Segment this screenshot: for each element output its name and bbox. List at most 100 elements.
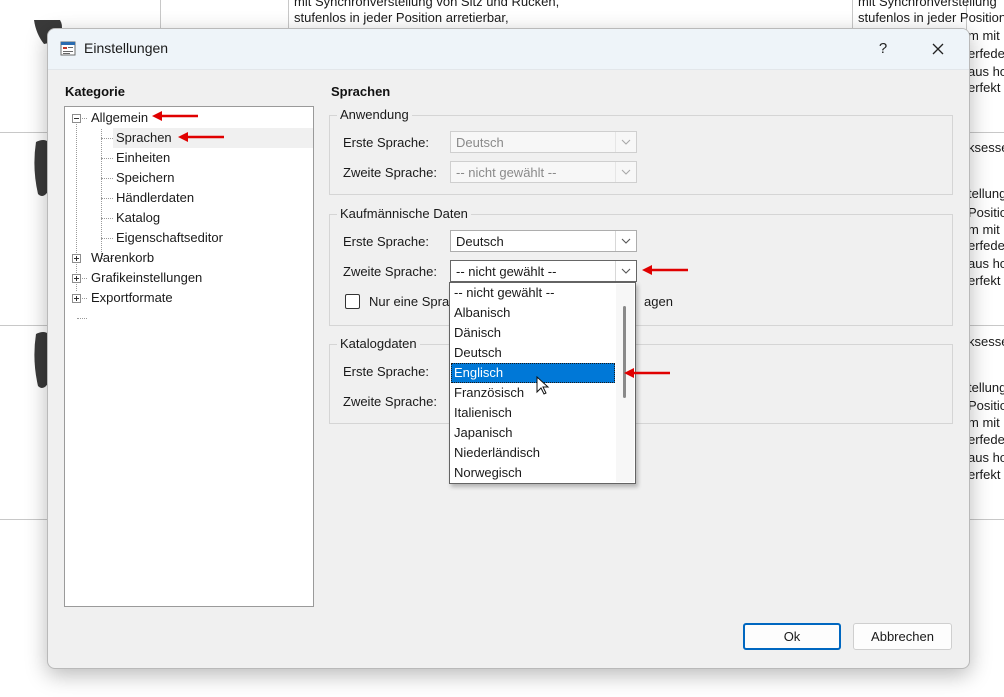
close-icon[interactable] (924, 35, 952, 63)
tree-item-speichern[interactable]: Speichern (113, 168, 293, 188)
tree-item-label: Speichern (116, 170, 175, 185)
field-label: Zweite Sprache: (343, 165, 437, 180)
dropdown-option[interactable]: -- nicht gewählt -- (451, 283, 615, 303)
anwendung-first-language-select[interactable]: Deutsch (450, 131, 637, 153)
field-label: Erste Sprache: (343, 234, 429, 249)
dropdown-option-highlighted[interactable]: Englisch (451, 363, 615, 383)
dropdown-option[interactable]: Norwegisch (451, 463, 615, 483)
expand-toggle-icon[interactable] (72, 294, 81, 303)
category-tree[interactable]: Allgemein Sprachen Einheiten Speichern H… (64, 106, 314, 607)
single-language-checkbox[interactable] (345, 294, 360, 309)
tree-item-label: Katalog (116, 210, 161, 225)
ok-button[interactable]: Ok (743, 623, 841, 650)
background-text: m mit (968, 28, 1000, 43)
tree-item-grafikeinstellungen[interactable]: Grafikeinstellungen (65, 268, 313, 288)
section-heading: Sprachen (331, 84, 391, 99)
combo-value: Deutsch (456, 234, 504, 249)
background-text: stufenlos in jeder Position arretierbar, (294, 10, 509, 25)
table-border (966, 519, 1004, 520)
dropdown-scrollbar[interactable] (616, 284, 634, 482)
field-label: Zweite Sprache: (343, 394, 437, 409)
background-text: stufenlos in jeder Position (858, 10, 1004, 25)
background-text: Positio (968, 398, 1004, 413)
dropdown-option[interactable]: Französisch (451, 383, 615, 403)
dropdown-option[interactable]: Dänisch (451, 323, 615, 343)
tree-item-einheiten[interactable]: Einheiten (113, 148, 293, 168)
chevron-down-icon[interactable] (615, 261, 636, 281)
dropdown-option[interactable]: Deutsch (451, 343, 615, 363)
group-title: Kaufmännische Daten (337, 206, 471, 221)
title-bar[interactable]: Einstellungen ? (48, 29, 969, 70)
background-text: erfekt (968, 80, 1001, 95)
background-text: aus ho (968, 256, 1004, 271)
tree-item-warenkorb[interactable]: Warenkorb (65, 248, 313, 268)
background-text: erfede (968, 238, 1004, 253)
chevron-down-icon[interactable] (615, 132, 636, 152)
checkbox-label: Nur eine Spra (369, 294, 450, 309)
background-text: erfede (968, 46, 1004, 61)
table-border (966, 132, 1004, 133)
background-text: tellung (968, 380, 1004, 395)
annotation-arrow-icon (642, 265, 688, 275)
tree-item-label: Grafikeinstellungen (91, 270, 203, 285)
collapse-toggle-icon[interactable] (72, 114, 81, 123)
tree-item-label: Sprachen (116, 130, 172, 145)
combo-value: -- nicht gewählt -- (456, 165, 557, 180)
tree-item-label: Einheiten (116, 150, 171, 165)
combo-value: Deutsch (456, 135, 504, 150)
tree-item-label: Warenkorb (91, 250, 155, 265)
annotation-arrow-icon (178, 132, 224, 142)
background-text: Positio (968, 205, 1004, 220)
combo-value: -- nicht gewählt -- (456, 264, 557, 279)
background-text: erfede (968, 432, 1004, 447)
chevron-down-icon[interactable] (615, 162, 636, 182)
dialog-title: Einstellungen (84, 40, 169, 56)
table-border (160, 0, 161, 28)
category-heading: Kategorie (65, 84, 125, 99)
expand-toggle-icon[interactable] (72, 274, 81, 283)
anwendung-second-language-select[interactable]: -- nicht gewählt -- (450, 161, 637, 183)
group-anwendung (329, 115, 953, 195)
table-border (0, 519, 48, 520)
annotation-arrow-icon (152, 111, 198, 121)
tree-item-katalog[interactable]: Katalog (113, 208, 293, 228)
dropdown-option[interactable]: Japanisch (451, 423, 615, 443)
checkbox-label-end: agen (644, 294, 673, 309)
background-text: m mit (968, 222, 1000, 237)
dropdown-option[interactable]: Niederländisch (451, 443, 615, 463)
tree-item-exportformate[interactable]: Exportformate (65, 288, 313, 308)
cancel-button[interactable]: Abbrechen (853, 623, 952, 650)
background-text: aus ho (968, 64, 1004, 79)
group-title: Katalogdaten (337, 336, 420, 351)
help-button[interactable]: ? (871, 37, 895, 61)
kaufmaennisch-first-language-select[interactable]: Deutsch (450, 230, 637, 252)
background-text: ksesse (968, 140, 1004, 155)
mouse-cursor-icon (536, 376, 550, 395)
background-text: aus ho (968, 450, 1004, 465)
background-text: ksesse (968, 334, 1004, 349)
field-label: Zweite Sprache: (343, 264, 437, 279)
field-label: Erste Sprache: (343, 364, 429, 379)
group-katalogdaten (329, 344, 953, 424)
background-text: mit Synchronverstellung von Sitz und Rüc… (294, 0, 560, 9)
tree-item-eigenschaftseditor[interactable]: Eigenschaftseditor (113, 228, 293, 248)
app-settings-icon (60, 41, 76, 56)
group-title: Anwendung (337, 107, 412, 122)
table-border (0, 325, 48, 326)
background-text: mit Synchronverstellung (858, 0, 997, 9)
table-border (0, 132, 48, 133)
scrollbar-thumb[interactable] (623, 306, 626, 398)
dropdown-option[interactable]: Albanisch (451, 303, 615, 323)
kaufmaennisch-second-language-select[interactable]: -- nicht gewählt -- (450, 260, 637, 282)
table-border (288, 0, 289, 28)
background-text: m mit (968, 415, 1000, 430)
table-border (852, 0, 853, 28)
tree-item-label: Exportformate (91, 290, 173, 305)
expand-toggle-icon[interactable] (72, 254, 81, 263)
annotation-arrow-icon (624, 368, 670, 378)
dropdown-option[interactable]: Italienisch (451, 403, 615, 423)
tree-item-label: Allgemein (91, 110, 149, 125)
tree-item-haendlerdaten[interactable]: Händlerdaten (113, 188, 293, 208)
chevron-down-icon[interactable] (615, 231, 636, 251)
table-border (966, 325, 1004, 326)
